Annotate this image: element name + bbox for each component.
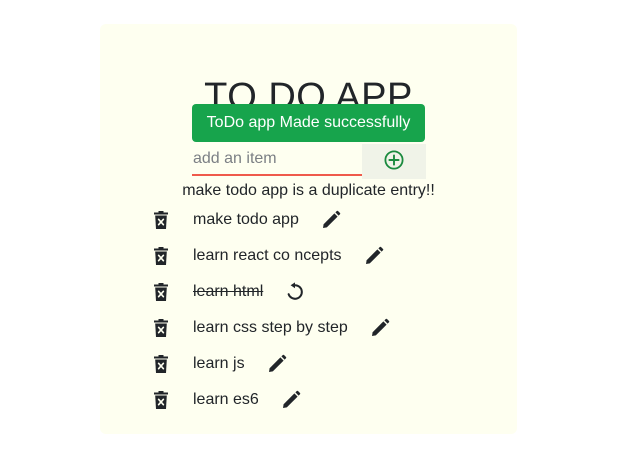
todo-item-text: learn css step by step [193,319,348,336]
todo-item: learn html [152,274,390,310]
undo-icon[interactable] [285,282,305,302]
todo-item: learn es6 [152,382,390,418]
add-item-input[interactable] [192,144,363,176]
delete-trash-icon[interactable] [152,390,170,410]
edit-pencil-icon[interactable] [370,318,390,338]
delete-trash-icon[interactable] [152,210,170,230]
todo-item-text: make todo app [193,211,299,228]
edit-pencil-icon[interactable] [267,354,287,374]
todo-item-text: learn html [193,283,264,300]
todo-list: make todo app learn react co ncepts learn … [152,202,390,418]
todo-item: learn js [152,346,390,382]
todo-item-text: learn react co ncepts [193,247,342,264]
add-item-button[interactable] [362,144,426,179]
edit-pencil-icon[interactable] [321,210,341,230]
todo-card: TO DO APP ToDo app Made successfully mak… [100,24,517,434]
edit-pencil-icon[interactable] [364,246,384,266]
edit-pencil-icon[interactable] [281,390,301,410]
todo-item: learn css step by step [152,310,390,346]
todo-item: make todo app [152,202,390,238]
add-item-form [192,144,426,180]
delete-trash-icon[interactable] [152,282,170,302]
success-toast[interactable]: ToDo app Made successfully [192,104,425,142]
plus-circle-icon [384,150,404,173]
delete-trash-icon[interactable] [152,354,170,374]
todo-item: learn react co ncepts [152,238,390,274]
todo-item-text: learn es6 [193,391,259,408]
delete-trash-icon[interactable] [152,246,170,266]
todo-item-text: learn js [193,355,245,372]
delete-trash-icon[interactable] [152,318,170,338]
duplicate-warning: make todo app is a duplicate entry!! [182,182,435,199]
